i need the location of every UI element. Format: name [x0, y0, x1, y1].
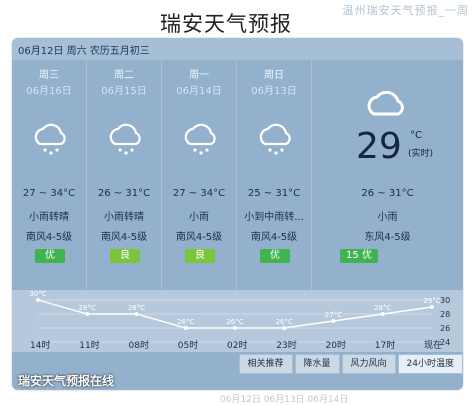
- temperature-point: [380, 312, 385, 316]
- day-wind: 南风4-5级: [250, 232, 298, 243]
- day-temp-range: 26 ~ 31°C: [97, 188, 151, 199]
- aqi-badge: 良: [185, 249, 215, 263]
- time-label: 08时: [128, 341, 149, 351]
- forecast-day[interactable]: 周二 06月15日 26 ~ 31°C 小雨转晴 南风4-5级 良: [87, 60, 162, 290]
- time-label: 20时: [325, 341, 346, 351]
- time-label: 14时: [30, 341, 51, 351]
- background-title-text: 温州瑞安天气预报_一周: [342, 4, 469, 17]
- temperature-label: 28°C: [374, 304, 391, 312]
- time-label: 现在: [424, 341, 443, 351]
- aqi-badge: 良: [110, 249, 140, 263]
- temperature-point: [85, 312, 90, 316]
- day-weekday: 周一: [189, 70, 209, 81]
- background-date-text: 06月12日 06月13日 06月14日: [220, 395, 349, 405]
- rain-cloud-icon: [34, 123, 66, 155]
- time-label: 02时: [227, 341, 248, 351]
- day-date: 06月14日: [176, 86, 222, 97]
- aqi-badge: 15 优: [340, 249, 378, 263]
- temperature-unit: °C: [410, 130, 422, 141]
- site-watermark: 瑞安天气预报在线: [18, 374, 115, 388]
- temperature-label: 26°C: [226, 318, 243, 326]
- day-condition: 小雨转晴: [29, 212, 69, 223]
- day-condition: 小到中雨转...: [244, 212, 304, 223]
- aqi-badge: 优: [35, 249, 65, 263]
- hourly-time-axis: 14时 11时 08时 05时 02时 23时 20时 17时 现在: [12, 338, 463, 352]
- current-temperature: 29: [356, 126, 402, 167]
- day-wind: 南风4-5级: [100, 232, 148, 243]
- rain-cloud-icon: [259, 123, 291, 155]
- rain-cloud-icon: [109, 123, 141, 155]
- today-temp-range: 26 ~ 31°C: [361, 188, 414, 199]
- day-temp-range: 25 ~ 31°C: [247, 188, 301, 199]
- temperature-point: [183, 326, 188, 330]
- temperature-label: 30°C: [29, 290, 46, 298]
- chart-tabs: 相关推荐 降水量 风力风向 24小时温度: [12, 354, 463, 374]
- tab-recommend[interactable]: 相关推荐: [238, 354, 293, 374]
- tab-wind[interactable]: 风力风向: [341, 354, 396, 374]
- temperature-label: 26°C: [177, 318, 194, 326]
- day-condition: 小雨转晴: [104, 212, 144, 223]
- aqi-badge: 优: [260, 249, 290, 263]
- time-label: 23时: [276, 341, 297, 351]
- temperature-label: 28°C: [79, 304, 96, 312]
- time-label: 17时: [374, 341, 396, 351]
- temperature-point: [233, 326, 237, 330]
- day-weekday: 周三: [39, 70, 59, 81]
- tab-precipitation[interactable]: 降水量: [294, 354, 340, 374]
- temperature-label: 29°C: [423, 297, 440, 305]
- today-condition: 小雨: [377, 212, 398, 223]
- forecast-day[interactable]: 周一 06月14日 27 ~ 34°C 小雨 南风4-5级 良: [162, 60, 237, 290]
- temperature-point: [331, 319, 336, 323]
- temperature-point: [430, 305, 434, 309]
- temperature-label: 27°C: [325, 311, 342, 319]
- today-wind: 东风4-5级: [364, 232, 411, 243]
- temperature-point: [282, 326, 287, 330]
- y-tick-label: 30: [440, 296, 450, 305]
- day-wind: 南风4-5级: [25, 232, 73, 243]
- weather-panel: 06月12日 周六 农历五月初三 周三 06月16日 27 ~ 34°C 小雨转…: [12, 38, 463, 390]
- tab-24h-temperature[interactable]: 24小时温度: [397, 354, 463, 374]
- day-temp-range: 27 ~ 34°C: [22, 188, 76, 199]
- y-tick-label: 28: [440, 310, 450, 319]
- cloud-icon: [367, 90, 404, 116]
- day-date: 06月13日: [251, 86, 297, 97]
- forecast-row: 周三 06月16日 27 ~ 34°C 小雨转晴 南风4-5级 优 周二 06月…: [12, 60, 463, 290]
- today-weather[interactable]: 29 °C (实时) 26 ~ 31°C 小雨 东风4-5级 15 优: [312, 60, 463, 290]
- time-label: 05时: [177, 341, 199, 351]
- day-date: 06月15日: [101, 86, 147, 97]
- realtime-label: (实时): [408, 149, 434, 159]
- forecast-day[interactable]: 周三 06月16日 27 ~ 34°C 小雨转晴 南风4-5级 优: [12, 60, 87, 290]
- temperature-label: 28°C: [128, 304, 145, 312]
- day-date: 06月16日: [26, 86, 72, 97]
- temperature-label: 26°C: [276, 318, 293, 326]
- day-weekday: 周日: [264, 70, 284, 81]
- temperature-point: [36, 298, 40, 302]
- panel-header: 06月12日 周六 农历五月初三: [12, 38, 463, 60]
- y-tick-label: 26: [440, 324, 450, 333]
- day-condition: 小雨: [189, 212, 209, 223]
- page-title: 瑞安天气预报: [160, 12, 292, 36]
- rain-cloud-icon: [184, 123, 216, 155]
- day-weekday: 周二: [114, 70, 134, 81]
- forecast-day[interactable]: 周日 06月13日 25 ~ 31°C 小到中雨转... 南风4-5级 优: [237, 60, 312, 290]
- day-wind: 南风4-5级: [175, 232, 223, 243]
- time-label: 11时: [79, 341, 100, 351]
- day-temp-range: 27 ~ 34°C: [172, 188, 226, 199]
- temperature-point: [134, 312, 139, 316]
- current-date: 06月12日 周六 农历五月初三: [18, 46, 150, 57]
